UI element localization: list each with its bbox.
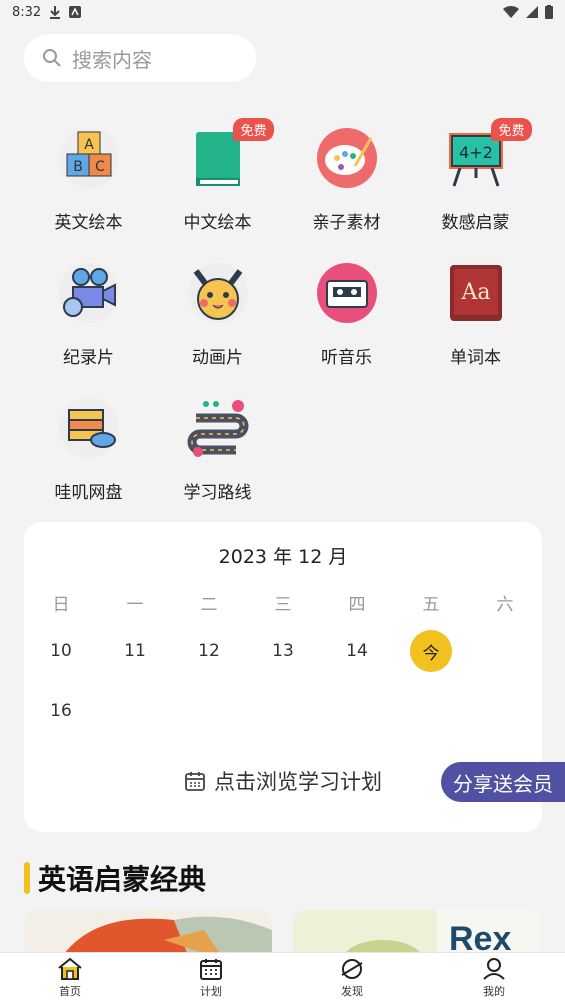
calendar-month-title: 2023 年 12 月 [218,546,348,568]
tab-label: 发现 [341,985,363,998]
grid-item-label: 英文绘本 [54,213,123,233]
grid-item-learning-path[interactable]: 学习路线 [153,388,282,508]
section-title: 英语启蒙经典 [38,863,207,896]
tab-plan[interactable]: 计划 [171,957,251,999]
svg-text:Aa: Aa [460,280,490,305]
search-bar[interactable]: 搜索内容 [24,34,256,82]
grid-item-label: 哇叽网盘 [54,483,123,503]
calendar-icon [185,772,205,791]
tab-profile[interactable]: 我的 [454,957,534,999]
free-badge: 免费 [491,118,532,141]
tab-discover[interactable]: 发现 [312,957,392,999]
tab-label: 我的 [483,985,505,998]
svg-text:4+2: 4+2 [459,143,493,162]
dictionary-icon: Aa [444,261,508,325]
study-plan-label: 点击浏览学习计划 [214,770,382,794]
grid-item-documentary[interactable]: 纪录片 [24,253,153,373]
abc-blocks-icon: ABC [57,126,121,190]
svg-text:B: B [73,159,83,175]
battery-icon [545,5,553,19]
paint-palette-icon [315,126,379,190]
film-camera-icon [57,261,121,325]
grid-item-label: 纪录片 [63,348,114,368]
grid-item-label: 中文绘本 [183,213,252,233]
status-bar: 8:32 [0,0,565,24]
cassette-icon [315,261,379,325]
weekday-header: 日 一 二 三 四 五 六 [24,590,542,615]
grid-item-cartoon[interactable]: 动画片 [153,253,282,373]
grid-item-cloud-drive[interactable]: 哇叽网盘 [24,388,153,508]
grid-item-label: 亲子素材 [312,213,381,233]
tab-label: 首页 [59,985,81,998]
blackboard-icon: 4+2 免费 [444,118,532,190]
weekday-label: 三 [274,595,292,615]
grid-item-vocabulary[interactable]: Aa 单词本 [411,253,540,373]
tab-home[interactable]: 首页 [30,957,110,999]
grid-item-label: 动画片 [192,348,243,368]
app-notification-icon [69,6,82,18]
calendar-day[interactable]: 16 [36,701,86,721]
cloud-server-icon [57,396,121,460]
status-time: 8:32 [12,4,42,20]
search-icon [43,49,61,67]
svg-text:A: A [84,137,94,153]
user-icon [483,958,505,980]
search-placeholder: 搜索内容 [72,47,152,72]
grid-item-label: 数感启蒙 [441,213,510,233]
pikachu-icon [186,261,250,325]
tab-label: 计划 [200,985,222,998]
weekday-label: 四 [348,595,366,615]
calendar-day[interactable]: 13 [258,641,308,661]
calendar-icon [200,959,222,980]
weekday-label: 六 [496,595,514,615]
grid-item-label: 单词本 [450,348,501,368]
calendar-day[interactable]: 12 [184,641,234,661]
grid-item-parent-materials[interactable]: 亲子素材 [282,118,411,238]
section-accent-bar [24,862,30,894]
grid-item-number-sense[interactable]: 4+2 免费 数感启蒙 [411,118,540,238]
weekday-label: 一 [126,595,144,615]
svg-text:C: C [95,159,105,175]
grid-item-label: 学习路线 [183,483,252,503]
share-membership-button[interactable]: 分享送会员 [441,762,565,802]
road-map-icon [186,396,250,460]
calendar-today[interactable]: 今 [410,630,452,672]
weekday-label: 日 [52,595,70,615]
free-badge: 免费 [233,118,274,141]
home-icon [58,957,82,980]
weekday-label: 二 [200,595,218,615]
grid-item-english-books[interactable]: ABC 英文绘本 [24,118,153,238]
grid-item-music[interactable]: 听音乐 [282,253,411,373]
calendar-day[interactable]: 10 [36,641,86,661]
weekday-label: 五 [422,595,440,615]
signal-icon [526,6,538,18]
grid-item-label: 听音乐 [321,348,372,368]
grid-item-chinese-books[interactable]: 免费 中文绘本 [153,118,282,238]
wifi-icon [503,5,519,19]
section-header: 英语启蒙经典 [24,858,206,898]
green-book-icon: 免费 [186,118,274,190]
download-icon [50,6,61,19]
calendar-day[interactable]: 11 [110,641,160,661]
calendar-day[interactable]: 14 [332,641,382,661]
bottom-tab-bar: 首页 计划 发现 我的 [0,952,565,1004]
planet-icon [341,959,363,979]
